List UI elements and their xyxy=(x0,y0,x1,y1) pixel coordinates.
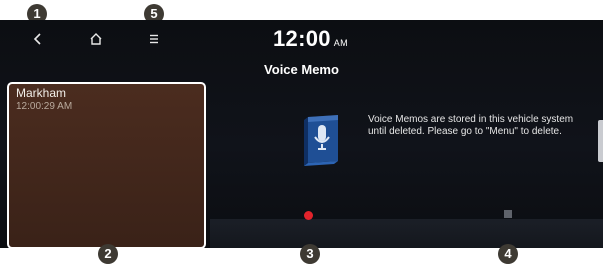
page-title: Voice Memo xyxy=(264,62,339,77)
callout-2: 2 xyxy=(98,244,118,264)
status-clock: 12:00 AM xyxy=(273,26,348,52)
voice-memo-book-icon xyxy=(304,115,338,166)
home-button[interactable] xyxy=(84,27,108,51)
menu-button[interactable] xyxy=(142,27,166,51)
side-panel-handle[interactable] xyxy=(598,120,603,162)
back-button[interactable] xyxy=(26,27,50,51)
menu-icon xyxy=(150,34,158,44)
memo-time: 12:00:29 AM xyxy=(16,101,73,112)
home-icon xyxy=(90,33,102,45)
back-arrow-icon xyxy=(33,33,41,45)
clock-ampm: AM xyxy=(333,38,348,48)
stop-button[interactable] xyxy=(504,210,512,218)
callout-3: 3 xyxy=(300,244,320,264)
memo-list-item[interactable]: Markham 12:00:29 AM xyxy=(7,82,206,248)
clock-time: 12:00 xyxy=(273,26,331,51)
record-button[interactable] xyxy=(304,211,313,220)
head-unit-screen: 12:00 AM Voice Memo Markham 12:00:29 AM V… xyxy=(0,20,603,248)
top-bar: 12:00 AM xyxy=(0,20,603,58)
callout-4: 4 xyxy=(498,244,518,264)
playback-control-bar xyxy=(210,219,603,248)
memo-name: Markham xyxy=(16,86,67,100)
storage-notice-text: Voice Memos are stored in this vehicle s… xyxy=(368,114,574,137)
